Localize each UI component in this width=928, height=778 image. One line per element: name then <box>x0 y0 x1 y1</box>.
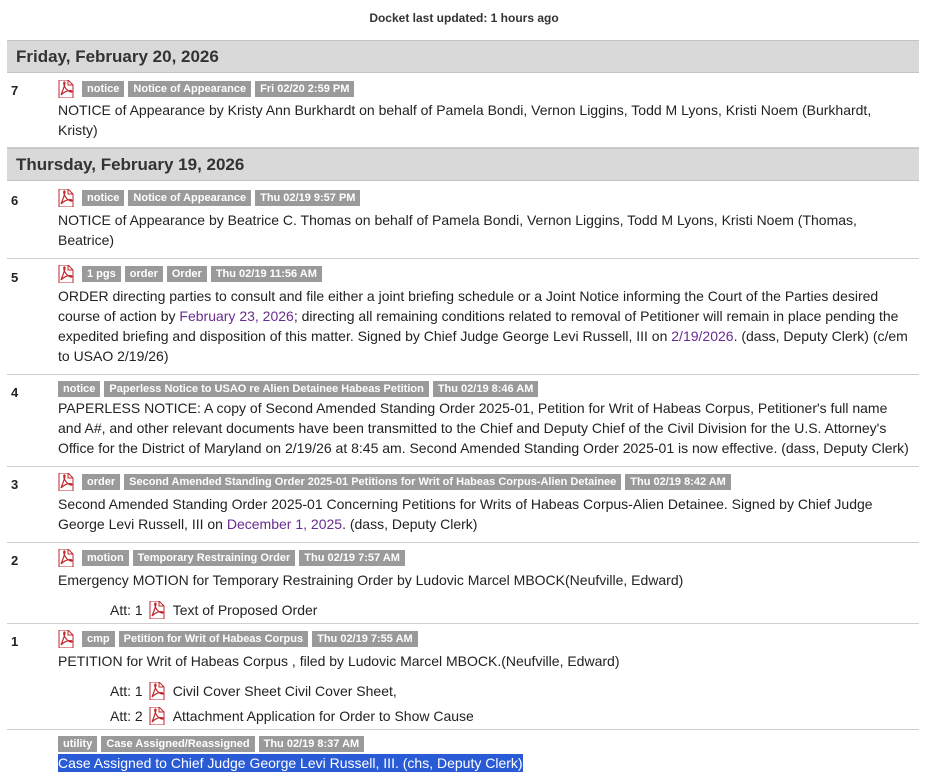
attachment-row: Att: 2 Attachment Application for Order … <box>110 706 474 726</box>
tag-type: notice <box>58 381 101 397</box>
entry-text: PETITION for Writ of Habeas Corpus , fil… <box>58 653 620 669</box>
docket-entry: 2 motion Temporary Restraining Order Thu… <box>7 543 919 624</box>
day-header: Friday, February 20, 2026 <box>7 40 919 73</box>
pdf-icon[interactable] <box>58 630 74 648</box>
tag-date: Thu 02/19 11:56 AM <box>210 266 322 282</box>
tag-date: Thu 02/19 8:46 AM <box>432 381 539 397</box>
pdf-icon[interactable] <box>58 265 74 283</box>
docket-entry: 4 notice Paperless Notice to USAO re Ali… <box>7 375 919 467</box>
attachment-description: Attachment Application for Order to Show… <box>172 708 474 724</box>
tag-event: Second Amended Standing Order 2025-01 Pe… <box>124 474 622 490</box>
attachment-label: Att: 2 <box>110 708 143 724</box>
tag-type: notice <box>82 190 125 206</box>
pdf-icon[interactable] <box>149 682 165 700</box>
selected-text[interactable]: Case Assigned to Chief Judge George Levi… <box>58 754 523 772</box>
tag-type: order <box>82 474 121 490</box>
pdf-icon[interactable] <box>58 80 74 98</box>
pdf-icon[interactable] <box>149 707 165 725</box>
docket-entry: 1 cmp Petition for Writ of Habeas Corpus… <box>7 624 919 730</box>
entry-text: Case Assigned to Chief Judge George Levi… <box>58 753 914 773</box>
entry-number: 1 <box>11 634 19 649</box>
docket-entry: utility Case Assigned/Reassigned Thu 02/… <box>7 730 919 778</box>
entry-text: NOTICE of Appearance by Beatrice C. Thom… <box>58 212 857 248</box>
entry-text: Emergency MOTION for Temporary Restraini… <box>58 572 684 588</box>
tag-type: notice <box>82 81 125 97</box>
docket-entry: 5 1 pgs order Order Thu 02/19 11:56 AM O… <box>7 259 919 375</box>
entry-number: 4 <box>11 385 19 400</box>
tag-event: Order <box>166 266 207 282</box>
attachment-row: Att: 1 Civil Cover Sheet Civil Cover She… <box>110 681 397 701</box>
tag-date: Thu 02/19 7:55 AM <box>312 631 418 647</box>
entry-number: 2 <box>11 553 19 568</box>
tag-type: order <box>124 266 163 282</box>
tag-type: motion <box>82 550 129 566</box>
docket-entry: 3 order Second Amended Standing Order 20… <box>7 467 919 543</box>
tag-date: Fri 02/20 2:59 PM <box>255 81 355 97</box>
tag-event: Petition for Writ of Habeas Corpus <box>118 631 309 647</box>
entry-number: 5 <box>11 270 19 285</box>
entry-text: ORDER directing parties to consult and f… <box>58 286 914 366</box>
tag-date: Thu 02/19 8:42 AM <box>625 474 731 490</box>
entry-text-part: . (dass, Deputy Clerk) <box>342 516 478 532</box>
attachment-label: Att: 1 <box>110 602 143 618</box>
deadline-link[interactable]: February 23, 2026 <box>179 308 293 324</box>
day-header: Thursday, February 19, 2026 <box>7 148 919 181</box>
tag-date: Thu 02/19 8:37 AM <box>258 736 365 752</box>
pdf-icon[interactable] <box>58 549 74 567</box>
docket-updated-status: Docket last updated: 1 hours ago <box>369 11 559 25</box>
pdf-icon[interactable] <box>149 601 165 619</box>
docket-entry: 6 notice Notice of Appearance Thu 02/19 … <box>7 181 919 259</box>
signed-date-link[interactable]: 2/19/2026 <box>671 328 733 344</box>
entry-number: 6 <box>11 193 19 208</box>
tag-event: Notice of Appearance <box>128 81 252 97</box>
entry-text: NOTICE of Appearance by Kristy Ann Burkh… <box>58 102 872 138</box>
signed-date-link[interactable]: December 1, 2025 <box>227 516 342 532</box>
tag-type: cmp <box>82 631 115 647</box>
tag-pages: 1 pgs <box>82 266 121 282</box>
attachment-label: Att: 1 <box>110 683 143 699</box>
entry-number: 7 <box>11 83 19 98</box>
attachment-description: Civil Cover Sheet Civil Cover Sheet, <box>172 683 397 699</box>
docket-entry: 7 notice Notice of Appearance Fri 02/20 … <box>7 73 919 148</box>
entry-number: 3 <box>11 477 19 492</box>
tag-event: Paperless Notice to USAO re Alien Detain… <box>104 381 429 397</box>
attachment-row: Att: 1 Text of Proposed Order <box>110 600 317 620</box>
attachment-description: Text of Proposed Order <box>172 602 318 618</box>
entry-text: PAPERLESS NOTICE: A copy of Second Amend… <box>58 400 909 456</box>
tag-date: Thu 02/19 7:57 AM <box>299 550 405 566</box>
tag-date: Thu 02/19 9:57 PM <box>255 190 361 206</box>
tag-type: utility <box>58 736 98 752</box>
tag-event: Temporary Restraining Order <box>132 550 296 566</box>
entry-text: Second Amended Standing Order 2025-01 Co… <box>58 494 914 534</box>
tag-event: Notice of Appearance <box>128 190 252 206</box>
tag-event: Case Assigned/Reassigned <box>101 736 255 752</box>
pdf-icon[interactable] <box>58 473 74 491</box>
pdf-icon[interactable] <box>58 189 74 207</box>
